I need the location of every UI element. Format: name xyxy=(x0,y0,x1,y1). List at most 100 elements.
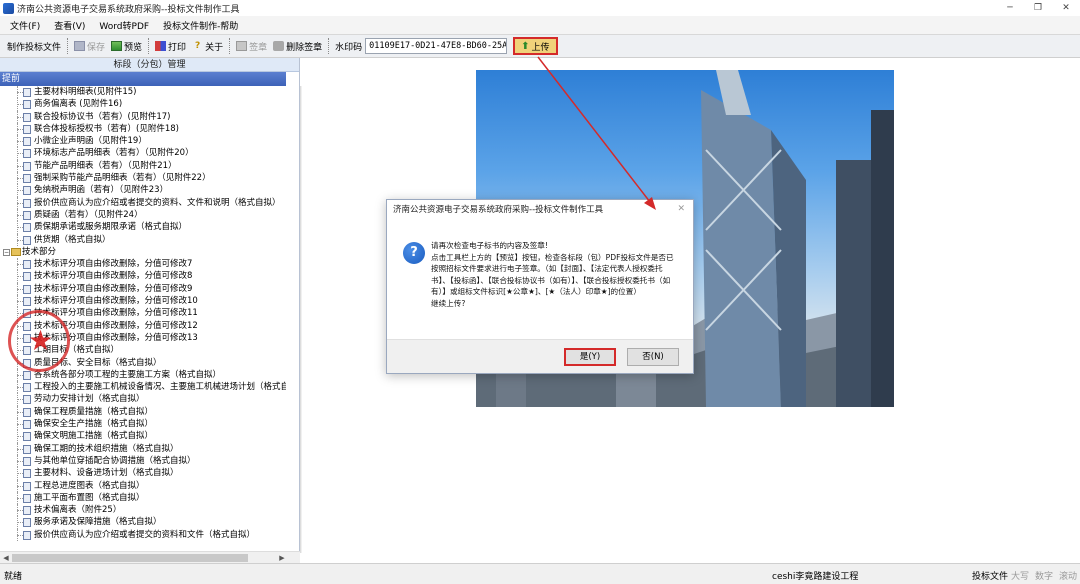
document-icon xyxy=(23,309,31,319)
horizontal-scrollbar[interactable]: ◀ ▶ xyxy=(0,551,300,563)
document-icon xyxy=(23,112,31,122)
tree-item-label: 技术标评分项自由修改删除，分值可修改11 xyxy=(34,308,198,319)
tree-item[interactable]: 质疑函（若有）（见附件24） xyxy=(0,208,286,222)
save-button[interactable]: 保存 xyxy=(71,37,108,55)
sign-button[interactable]: 签章 xyxy=(233,37,270,55)
tree-item[interactable]: 技术标评分项自由修改删除，分值可修改8 xyxy=(0,270,286,283)
tree-item[interactable]: 技术标评分项自由修改删除，分值可修改11 xyxy=(0,307,286,320)
tree-item[interactable]: 工期目标（格式自拟） xyxy=(0,344,286,357)
tree-item[interactable]: 工程投入的主要施工机械设备情况、主要施工机械进场计划（格式自拟） xyxy=(0,381,286,394)
tree-item-label: 技术偏离表（附件25） xyxy=(34,505,122,516)
menu-help[interactable]: 投标文件制作-帮助 xyxy=(163,19,238,32)
document-icon xyxy=(23,297,31,307)
menu-view[interactable]: 查看(V) xyxy=(54,19,85,32)
tree-item-label: 确保文明施工措施（格式自拟） xyxy=(34,431,154,442)
app-icon xyxy=(3,2,14,14)
tree-item[interactable]: 环境标志产品明细表（若有）（见附件20） xyxy=(0,147,286,160)
tree-item[interactable]: 质保期承诺或服务期限承诺（格式自拟） xyxy=(0,221,286,234)
close-icon[interactable]: ✕ xyxy=(1052,0,1080,16)
tree-item[interactable]: 工程总进度图表（格式自拟） xyxy=(0,479,286,492)
minimize-icon[interactable]: ─ xyxy=(996,0,1024,16)
restore-icon[interactable]: ❐ xyxy=(1024,0,1052,16)
collapse-icon[interactable]: − xyxy=(3,248,10,256)
upload-arrow-icon: ⬆ xyxy=(521,40,530,52)
tree-item[interactable]: 劳动力安排计划（格式自拟） xyxy=(0,393,286,406)
tree-item-label: 强制采购节能产品明细表（若有）（见附件22） xyxy=(34,173,211,184)
document-icon xyxy=(23,481,31,491)
tree-item[interactable]: 确保工程质量措施（格式自拟） xyxy=(0,405,286,419)
document-icon xyxy=(23,88,31,97)
document-icon xyxy=(23,186,31,196)
selected-tree-node[interactable]: 提前 xyxy=(0,72,286,86)
document-icon xyxy=(23,432,31,442)
tree-item-label: 质疑函（若有）（见附件24） xyxy=(34,209,143,220)
toolbar-separator xyxy=(67,38,69,54)
yes-button[interactable]: 是(Y) xyxy=(564,348,616,366)
document-icon xyxy=(23,321,31,331)
tree-item[interactable]: 各系统各部分项工程的主要施工方案（格式自拟） xyxy=(0,368,286,382)
tree-item[interactable]: 强制采购节能产品明细表（若有）（见附件22） xyxy=(0,172,286,185)
tree-item-label: 技术标评分项自由修改删除，分值可修改13 xyxy=(34,332,198,343)
document-icon xyxy=(23,420,31,430)
dialog-footer: 是(Y) 否(N) xyxy=(387,339,693,373)
status-num: 数字 xyxy=(1035,572,1054,582)
tree-item[interactable]: 施工平面布置图（格式自拟） xyxy=(0,491,286,505)
tree-item-label: 确保工期的技术组织措施（格式自拟） xyxy=(34,443,179,454)
tree-item[interactable]: 免纳税声明函（若有）（见附件23） xyxy=(0,184,286,197)
tree-item[interactable]: 联合投标协议书（若有）(见附件17) xyxy=(0,110,286,123)
toolbar-separator xyxy=(328,38,330,54)
print-button[interactable]: 打印 xyxy=(152,37,189,55)
document-icon xyxy=(23,284,31,294)
hscroll-thumb[interactable] xyxy=(12,554,248,562)
tree-item[interactable]: 质量目标、安全目标（格式自拟） xyxy=(0,356,286,369)
tree-item-label: 质保期承诺或服务期限承诺（格式自拟） xyxy=(34,222,188,233)
tree-item[interactable]: 主要材料、设备进场计划（格式自拟） xyxy=(0,467,286,480)
tree-item[interactable]: 报价供应商认为应介绍或者提交的资料、文件和说明（格式自拟） xyxy=(0,196,286,209)
tree-item[interactable]: 确保文明施工措施（格式自拟） xyxy=(0,430,286,443)
menu-word-to-pdf[interactable]: Word转PDF xyxy=(99,19,149,32)
tree-item[interactable]: 确保工期的技术组织措施（格式自拟） xyxy=(0,442,286,455)
tree-folder-technical[interactable]: − 技术部分 xyxy=(0,246,286,258)
delete-stamp-icon xyxy=(273,41,285,51)
status-caps: 大写 xyxy=(1011,572,1030,582)
document-icon xyxy=(23,161,31,171)
delete-sign-button[interactable]: 删除签章 xyxy=(270,37,325,55)
upload-button[interactable]: ⬆ 上传 xyxy=(513,37,558,55)
tree-item-label: 劳动力安排计划（格式自拟） xyxy=(34,394,145,405)
preview-button[interactable]: 预览 xyxy=(108,37,145,55)
delete-sign-label: 删除签章 xyxy=(286,42,323,53)
tree-item[interactable]: 主要材料明细表(见附件15) xyxy=(0,86,286,99)
tree-item[interactable]: 确保安全生产措施（格式自拟） xyxy=(0,418,286,431)
tree-item[interactable]: 商务偏离表 (见附件16) xyxy=(0,98,286,111)
about-button[interactable]: ? 关于 xyxy=(189,37,226,55)
dialog-close-icon[interactable]: ✕ xyxy=(677,204,685,214)
make-bid-button[interactable]: 制作投标文件 xyxy=(4,37,64,55)
watermark-input[interactable]: 01109E17-0D21-47E8-BD60-25A5 xyxy=(365,38,508,54)
tree-item[interactable]: 技术标评分项自由修改删除，分值可修改10 xyxy=(0,295,286,308)
tree-item-label: 工期目标（格式自拟） xyxy=(34,345,120,356)
sign-label: 签章 xyxy=(249,42,268,53)
tree-item-label: 质量目标、安全目标（格式自拟） xyxy=(34,357,162,368)
toolbar: 制作投标文件 保存 预览 打印 ? 关于 签章 删除签章 水印码 01109E17… xyxy=(0,34,1080,58)
tree-item[interactable]: 服务承诺及保障措施（格式自拟） xyxy=(0,516,286,529)
tree-item[interactable]: 供货期（格式自拟） xyxy=(0,233,286,246)
document-icon xyxy=(23,210,31,220)
tree-item[interactable]: 技术标评分项自由修改删除，分值可修改12 xyxy=(0,319,286,332)
tree-item[interactable]: 技术标评分项自由修改删除，分值可修改9 xyxy=(0,282,286,296)
tree-item[interactable]: 节能产品明细表（若有）（见附件21） xyxy=(0,159,286,173)
tree-item[interactable]: 技术标评分项自由修改删除，分值可修改13 xyxy=(0,331,286,345)
tree-item-label: 各系统各部分项工程的主要施工方案（格式自拟） xyxy=(34,369,222,380)
tree-item[interactable]: 与其他单位穿插配合协调措施（格式自拟） xyxy=(0,454,286,468)
menu-file[interactable]: 文件(F) xyxy=(10,19,40,32)
no-button[interactable]: 否(N) xyxy=(627,348,679,366)
tree-item[interactable]: 联合体投标授权书（若有）(见附件18) xyxy=(0,122,286,136)
tree-item[interactable]: 技术标评分项自由修改删除，分值可修改7 xyxy=(0,258,286,271)
document-icon xyxy=(23,530,31,540)
tree-item-label: 供货期（格式自拟） xyxy=(34,234,111,245)
document-icon xyxy=(23,506,31,516)
tree-item[interactable]: 报价供应商认为应介绍或者提交的资料和文件（格式自拟） xyxy=(0,528,286,541)
tree-item-label: 节能产品明细表（若有）（见附件21） xyxy=(34,160,177,171)
tree-item[interactable]: 小微企业声明函（见附件19） xyxy=(0,135,286,148)
tree-item[interactable]: 技术偏离表（附件25） xyxy=(0,504,286,517)
dialog-line-1: 请再次检查电子标书的内容及签章! xyxy=(431,241,548,250)
